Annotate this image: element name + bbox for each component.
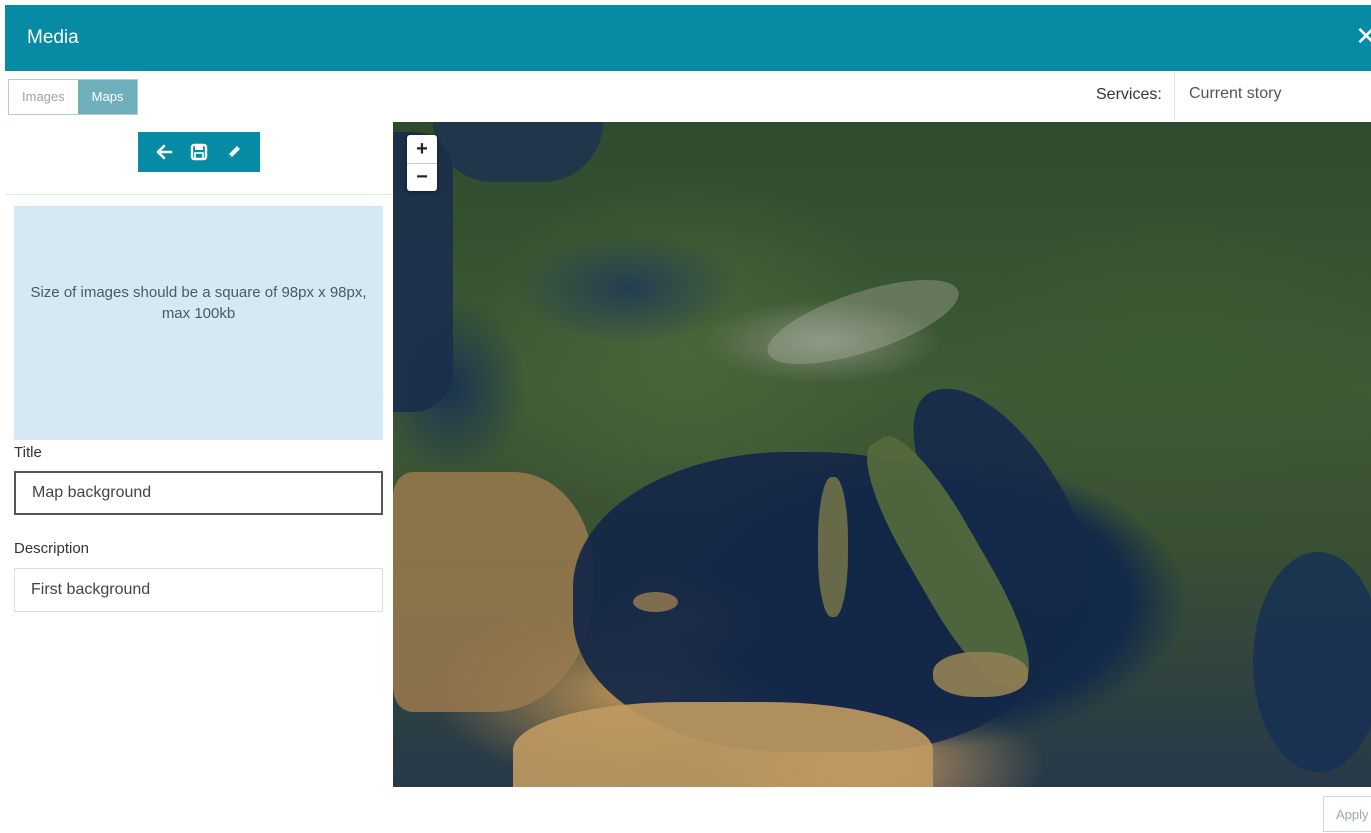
services-select[interactable]: Current story <box>1174 72 1371 119</box>
divider <box>6 194 393 195</box>
map-terrain <box>633 592 678 612</box>
tab-images[interactable]: Images <box>9 80 78 114</box>
zoom-in-button[interactable]: + <box>407 135 437 163</box>
title-input[interactable] <box>14 471 383 515</box>
map-terrain <box>933 652 1028 697</box>
map-toolbar <box>138 132 260 172</box>
services-label: Services: <box>1096 86 1162 103</box>
save-icon[interactable] <box>187 140 211 164</box>
map-editor-panel: Size of images should be a square of 98p… <box>0 122 393 833</box>
apply-button[interactable]: Apply <box>1323 796 1371 832</box>
map-preview[interactable]: + − <box>393 122 1371 787</box>
arrow-left-icon[interactable] <box>152 140 176 164</box>
tab-maps[interactable]: Maps <box>77 80 138 114</box>
media-type-tabs: Images Maps <box>8 79 139 115</box>
map-terrain <box>1253 552 1371 772</box>
close-icon[interactable]: ✕ <box>1355 23 1371 49</box>
zoom-out-button[interactable]: − <box>407 163 437 191</box>
dialog-header: Media ✕ <box>5 5 1371 71</box>
map-terrain <box>513 702 933 787</box>
thumbnail-dropzone[interactable]: Size of images should be a square of 98p… <box>14 206 383 440</box>
map-terrain <box>433 122 603 182</box>
map-terrain <box>758 262 968 382</box>
zoom-control: + − <box>407 135 437 191</box>
pencil-icon[interactable] <box>222 140 246 164</box>
description-label: Description <box>14 540 90 557</box>
dialog-title: Media <box>27 27 79 48</box>
description-input[interactable] <box>14 568 383 612</box>
title-label: Title <box>14 444 42 461</box>
map-terrain <box>818 477 848 617</box>
map-terrain <box>393 472 593 712</box>
